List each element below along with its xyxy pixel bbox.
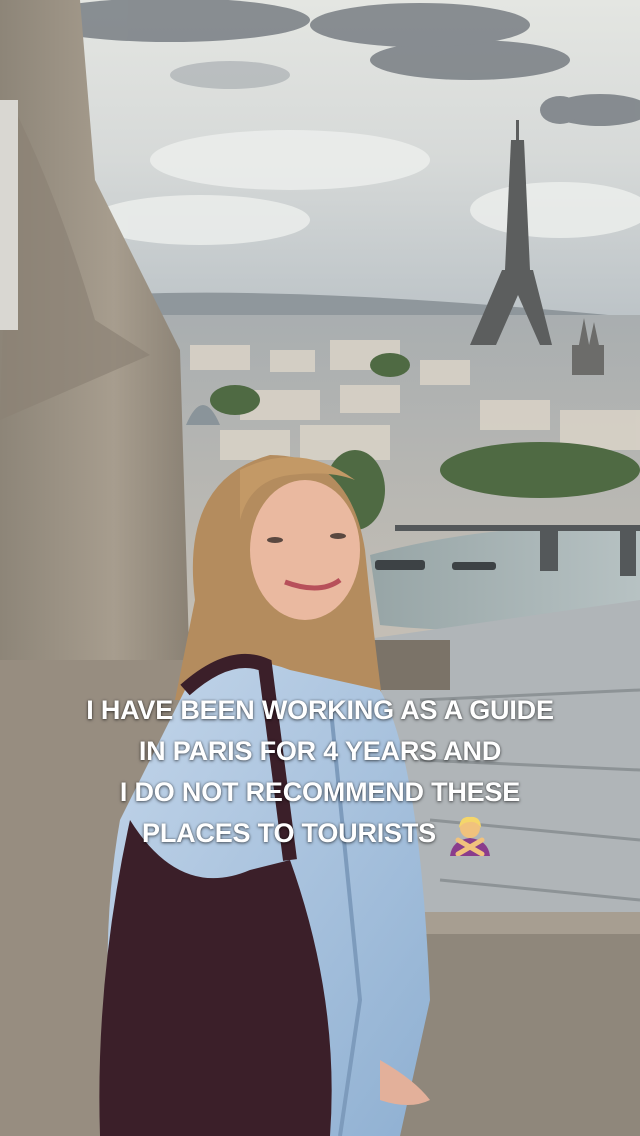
caption-line-4-text: PLACES TO TOURISTS	[142, 818, 436, 848]
video-frame: I HAVE BEEN WORKING AS A GUIDE IN PARIS …	[0, 0, 640, 1136]
caption-line-1: I HAVE BEEN WORKING AS A GUIDE	[86, 695, 554, 725]
drain-pipe	[0, 100, 18, 330]
caption-line-3: I DO NOT RECOMMEND THESE	[119, 777, 521, 807]
caption-line-2: IN PARIS FOR 4 YEARS AND	[138, 736, 502, 766]
video-caption: I HAVE BEEN WORKING AS A GUIDE IN PARIS …	[0, 690, 640, 856]
person-gesturing-no-icon	[449, 816, 490, 856]
caption-line-4: PLACES TO TOURISTS	[0, 813, 640, 856]
paris-rooftop-photo	[0, 0, 640, 1136]
stone-wall-right	[400, 915, 640, 1136]
